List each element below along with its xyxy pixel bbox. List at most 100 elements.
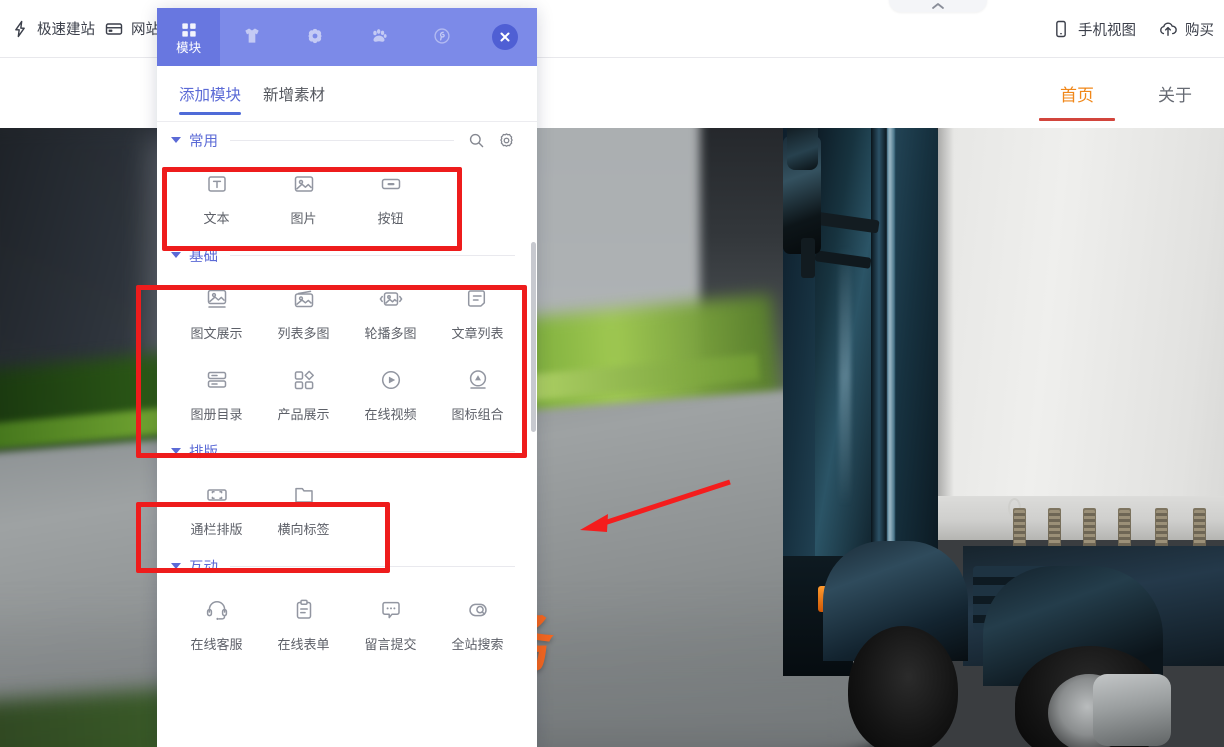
subtab-add-module[interactable]: 添加模块 [179, 66, 242, 122]
module-text[interactable]: 文本 [173, 156, 260, 237]
carousel-icon [379, 292, 402, 306]
module-product-grid-label: 产品展示 [277, 407, 330, 422]
truck-illustration [663, 128, 1224, 747]
nav-link-home-label: 首页 [1060, 85, 1094, 105]
section-header-basic[interactable]: 基础 [157, 239, 537, 271]
panel-tab-assets[interactable] [347, 8, 410, 66]
module-image-text-label: 图文展示 [190, 326, 243, 341]
module-message-submit[interactable]: 留言提交 [347, 582, 434, 663]
horizontal-tab-icon [294, 487, 313, 503]
module-icon-group-label: 图标组合 [451, 407, 504, 422]
module-site-search[interactable]: 全站搜索 [434, 582, 521, 663]
module-button-label: 按钮 [377, 211, 404, 226]
caret-down-icon[interactable] [171, 448, 181, 454]
section-title-common: 常用 [189, 133, 218, 150]
caret-down-icon[interactable] [171, 252, 181, 258]
module-album-catalog[interactable]: 图册目录 [173, 352, 260, 433]
icon-group-icon [469, 370, 486, 389]
product-grid-icon [294, 370, 314, 390]
nav-link-home[interactable]: 首页 [1028, 58, 1126, 128]
module-online-video[interactable]: 在线视频 [347, 352, 434, 433]
module-fullwidth-layout-label: 通栏排版 [190, 522, 243, 537]
module-grid-basic: 图文展示 列表多图 轮播多图 文章列表 图册目录 产品展示 在线视频 图标组合 [157, 271, 537, 433]
fullwidth-layout-icon [206, 489, 227, 501]
screen-root: 输服务 追求 极速建站 网站管理 [0, 0, 1224, 747]
module-image[interactable]: 图片 [260, 156, 347, 237]
layout-icon [105, 22, 123, 35]
section-divider [230, 565, 515, 567]
purchase-button[interactable]: 购买 [1158, 19, 1214, 40]
panel-tab-settings[interactable] [284, 8, 347, 66]
module-button[interactable]: 按钮 [347, 156, 434, 237]
truck-cab-edge-light [887, 128, 895, 596]
subtab-add-material[interactable]: 新增素材 [263, 66, 325, 122]
search-icon[interactable] [468, 132, 485, 149]
module-horizontal-tab-label: 横向标签 [277, 522, 330, 537]
module-message-submit-label: 留言提交 [364, 637, 417, 652]
section-title-layout: 排版 [189, 444, 218, 461]
module-image-list[interactable]: 列表多图 [260, 271, 347, 352]
subtab-add-material-label: 新增素材 [263, 86, 326, 104]
panel-content[interactable]: 常用 文本 图片 按钮 基础 图文展示 列表多图 轮播多图 文章列表 图册目录 … [157, 122, 537, 747]
close-icon [492, 24, 519, 50]
chevron-up-icon [932, 3, 944, 9]
mobile-view-label: 手机视图 [1078, 22, 1136, 39]
panel-tab-theme[interactable] [220, 8, 283, 66]
section-actions [468, 132, 515, 149]
panel-tab-modules-label: 模块 [176, 40, 202, 55]
ring-spiral-icon [434, 28, 450, 44]
module-carousel[interactable]: 轮播多图 [347, 271, 434, 352]
subtab-add-module-label: 添加模块 [179, 86, 242, 104]
panel-tab-strip: 模块 [157, 8, 537, 66]
module-article-list[interactable]: 文章列表 [434, 271, 521, 352]
panel-sub-tabs: 添加模块 新增素材 [157, 66, 537, 122]
section-header-common[interactable]: 常用 [157, 124, 537, 156]
module-grid-interactive: 在线客服 在线表单 留言提交 全站搜索 [157, 582, 537, 663]
module-product-grid[interactable]: 产品展示 [260, 352, 347, 433]
truck-trailer-shadow [938, 128, 954, 532]
headset-icon [206, 601, 227, 620]
module-horizontal-tab[interactable]: 横向标签 [260, 467, 347, 548]
module-online-form[interactable]: 在线表单 [260, 582, 347, 663]
image-text-icon [207, 289, 226, 308]
section-header-interactive[interactable]: 互动 [157, 550, 537, 582]
module-fullwidth-layout[interactable]: 通栏排版 [173, 467, 260, 548]
nav-link-about-label: 关于 [1158, 85, 1192, 105]
nav-link-about[interactable]: 关于 [1126, 58, 1224, 128]
module-article-list-label: 文章列表 [451, 326, 504, 341]
panel-scrollbar[interactable] [531, 242, 536, 432]
module-panel[interactable]: 模块 添加模块 新增素材 常用 文本 图片 按钮 基础 图文展示 列表多图 轮播… [157, 8, 537, 747]
grid-modules-icon [181, 23, 196, 37]
section-divider [230, 254, 515, 256]
caret-down-icon[interactable] [171, 137, 181, 143]
mobile-view-button[interactable]: 手机视图 [1051, 19, 1136, 40]
section-title-interactive: 互动 [189, 559, 218, 576]
section-divider [230, 139, 454, 141]
quick-build-button[interactable]: 极速建站 [10, 18, 95, 39]
play-video-icon [381, 370, 400, 390]
message-icon [381, 601, 400, 619]
module-online-service[interactable]: 在线客服 [173, 582, 260, 663]
panel-close-button[interactable] [474, 8, 537, 66]
site-nav-links: 首页 关于 [1028, 58, 1224, 128]
mobile-icon [1056, 20, 1066, 38]
module-grid-common: 文本 图片 按钮 [157, 156, 537, 237]
album-catalog-icon [207, 371, 226, 388]
article-list-icon [467, 290, 485, 307]
module-online-service-label: 在线客服 [190, 637, 243, 652]
module-image-text[interactable]: 图文展示 [173, 271, 260, 352]
site-search-icon [468, 603, 487, 617]
clipboard-form-icon [296, 599, 311, 619]
module-icon-group[interactable]: 图标组合 [434, 352, 521, 433]
collapse-toolbar-button[interactable] [889, 0, 987, 12]
panel-tab-modules[interactable]: 模块 [157, 8, 221, 66]
module-album-catalog-label: 图册目录 [190, 407, 243, 422]
app-bar-right-group: 手机视图 购买 [1051, 0, 1218, 58]
truck-trailer-bottom [938, 496, 1224, 540]
module-online-form-label: 在线表单 [277, 637, 330, 652]
section-header-layout[interactable]: 排版 [157, 435, 537, 467]
image-icon [294, 176, 313, 192]
panel-tab-effects[interactable] [410, 8, 473, 66]
gear-icon[interactable] [498, 132, 515, 149]
caret-down-icon[interactable] [171, 563, 181, 569]
